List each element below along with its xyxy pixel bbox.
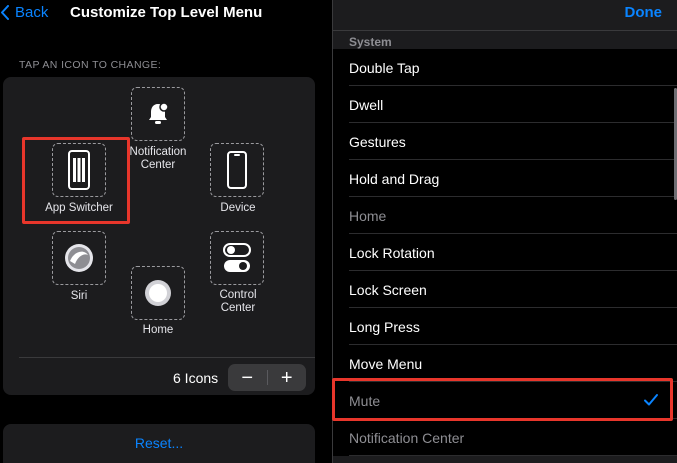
- list-item-label: Lock Screen: [349, 282, 427, 298]
- siri-icon: [65, 244, 93, 272]
- slot-device[interactable]: [210, 143, 264, 197]
- slot-siri-label: Siri: [70, 290, 88, 302]
- nav-divider: [333, 30, 677, 31]
- done-button[interactable]: Done: [625, 4, 663, 21]
- icons-count-label: 6 Icons: [173, 370, 219, 386]
- group-header: System: [349, 35, 392, 49]
- home-button-icon: [145, 280, 171, 306]
- slot-home[interactable]: [131, 266, 185, 320]
- list-item[interactable]: Long Press: [333, 308, 677, 345]
- list-item-label: Dwell: [349, 97, 384, 113]
- chevron-left-icon: [1, 5, 9, 20]
- list-item-label: Home: [349, 208, 387, 224]
- list-item[interactable]: Lock Rotation: [333, 234, 677, 271]
- annotation-highlight-mute: [332, 378, 673, 421]
- list-item[interactable]: Dwell: [333, 86, 677, 123]
- list-item-label: Lock Rotation: [349, 245, 435, 261]
- list-item-label: Notification Center: [349, 430, 465, 446]
- back-button[interactable]: Back: [0, 4, 48, 21]
- increase-button[interactable]: +: [268, 364, 307, 391]
- reset-label: Reset...: [134, 435, 184, 451]
- left-panel: Back Customize Top Level Menu TAP AN ICO…: [0, 0, 332, 463]
- icons-count-stepper[interactable]: − +: [228, 364, 306, 391]
- slot-control-center-label: Control Center: [219, 289, 256, 315]
- page-title: Customize Top Level Menu: [70, 4, 263, 21]
- icon-layout-card: Notification Center App Switcher Device: [3, 77, 315, 395]
- list-item[interactable]: Home: [333, 197, 677, 234]
- annotation-highlight-app-switcher: [22, 137, 130, 224]
- slot-control-center[interactable]: [210, 231, 264, 285]
- decrease-button[interactable]: −: [228, 364, 267, 391]
- device-icon: [227, 151, 247, 189]
- bell-icon: [149, 102, 169, 124]
- reset-button[interactable]: Reset...: [3, 424, 315, 463]
- list-item[interactable]: Gestures: [333, 123, 677, 160]
- back-label: Back: [15, 4, 49, 21]
- list-item-label: Hold and Drag: [349, 171, 440, 187]
- slot-siri[interactable]: [52, 231, 106, 285]
- list-item-label: Double Tap: [349, 60, 420, 76]
- label-text: Notification Center: [129, 146, 187, 171]
- list-item-label: Gestures: [349, 134, 406, 150]
- list-item[interactable]: Lock Screen: [333, 271, 677, 308]
- list-item[interactable]: Double Tap: [333, 49, 677, 86]
- row-divider: [349, 455, 677, 456]
- divider: [19, 357, 315, 358]
- list-item[interactable]: Move Menu: [333, 345, 677, 382]
- list-item[interactable]: Hold and Drag: [333, 160, 677, 197]
- section-caption: TAP AN ICON TO CHANGE:: [19, 59, 162, 71]
- toggles-icon: [223, 243, 251, 272]
- slot-notification-center[interactable]: [131, 87, 185, 141]
- slot-notification-center-label: Notification Center: [130, 146, 187, 172]
- slot-device-label: Device: [220, 202, 256, 214]
- list-item-label: Move Menu: [349, 356, 423, 372]
- label-text: Control Center: [219, 289, 257, 314]
- slot-home-label: Home: [142, 324, 174, 336]
- list-item-label: Long Press: [349, 319, 420, 335]
- list-item[interactable]: Notification Center: [333, 419, 677, 456]
